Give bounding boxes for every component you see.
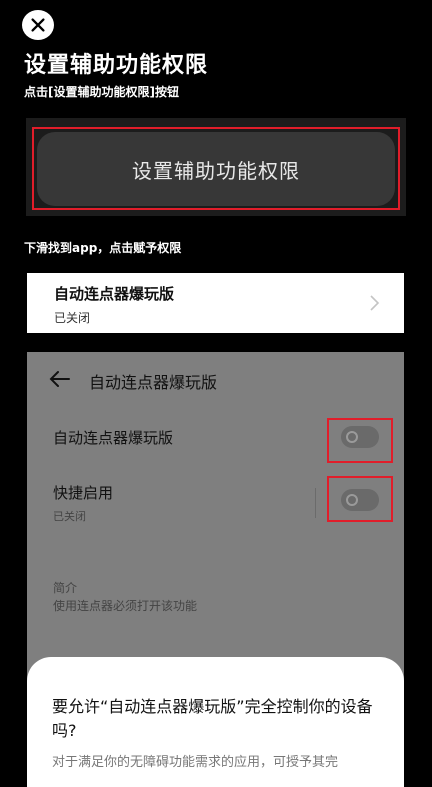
instruction-text: 点击[设置辅助功能权限]按钮 — [24, 85, 179, 99]
service-row-label: 自动连点器爆玩版 — [53, 429, 174, 447]
dialog-question: 要允许“自动连点器爆玩版”完全控制你的设备吗? — [52, 697, 373, 740]
app-list-item[interactable]: 自动连点器爆玩版 已关闭 — [27, 273, 404, 333]
shortcut-row-status: 已关闭 — [53, 510, 86, 523]
close-button[interactable] — [22, 10, 54, 40]
dialog-description: 对于满足你的无障碍功能需求的应用，可授予其完 — [52, 755, 339, 770]
highlight-box — [327, 418, 393, 463]
intro-label: 简介 — [53, 581, 78, 595]
chevron-right-icon — [370, 295, 380, 311]
divider — [315, 488, 316, 518]
shortcut-row-label: 快捷启用 — [53, 484, 114, 502]
close-icon — [31, 18, 45, 32]
intro-text: 使用连点器必须打开该功能 — [53, 599, 198, 613]
app-status: 已关闭 — [54, 311, 91, 325]
app-name: 自动连点器爆玩版 — [54, 285, 175, 303]
panel-title: 自动连点器爆玩版 — [89, 373, 218, 392]
highlight-box — [32, 127, 400, 210]
page-title: 设置辅助功能权限 — [24, 53, 209, 78]
highlight-box — [327, 476, 393, 522]
scroll-hint-text: 下滑找到app，点击赋予权限 — [24, 241, 182, 255]
back-arrow-icon — [49, 371, 70, 387]
